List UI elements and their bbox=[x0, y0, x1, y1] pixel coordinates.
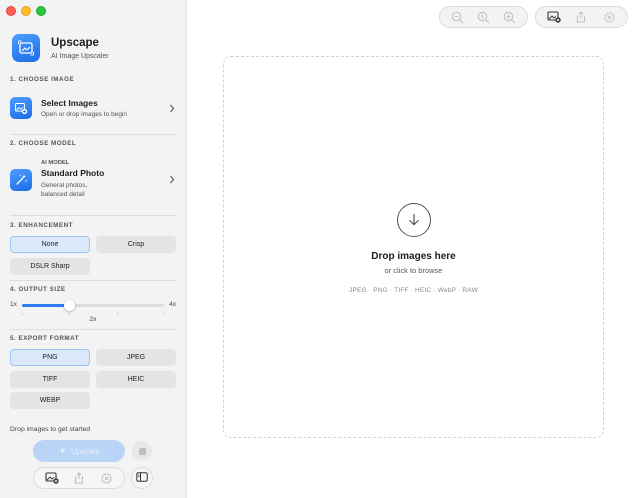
photo-resize-icon bbox=[12, 34, 40, 62]
enhancement-option-crisp[interactable]: Crisp bbox=[96, 236, 176, 253]
slider-tick bbox=[164, 313, 165, 315]
select-images-subtitle: Open or drop images to begin bbox=[41, 110, 127, 118]
sidebar-action-group bbox=[33, 467, 125, 489]
export-format-png[interactable]: PNG bbox=[10, 349, 90, 366]
arrow-down-circle-icon bbox=[397, 203, 431, 237]
select-images-button[interactable]: Select Images Open or drop images to beg… bbox=[10, 97, 176, 119]
photo-add-icon[interactable] bbox=[543, 8, 565, 26]
section-label-export-format: 5. EXPORT FORMAT bbox=[10, 335, 80, 342]
section-label-enhancement: 3. ENHANCEMENT bbox=[10, 222, 73, 229]
window-controls bbox=[6, 6, 46, 16]
file-controls bbox=[535, 6, 628, 28]
slider-tick bbox=[116, 313, 118, 315]
share-icon[interactable] bbox=[570, 8, 592, 26]
app-subtitle: AI Image Upscaler bbox=[51, 52, 109, 60]
sidebar-toggle-button[interactable] bbox=[131, 467, 153, 489]
model-eyebrow: AI MODEL bbox=[41, 160, 70, 166]
zoom-controls bbox=[439, 6, 528, 28]
slider-tick bbox=[22, 313, 23, 315]
dropzone-title: Drop images here bbox=[371, 251, 456, 262]
export-format-webp[interactable]: WEBP bbox=[10, 392, 90, 409]
zoom-in-icon[interactable] bbox=[499, 8, 521, 26]
export-format-jpeg[interactable]: JPEG bbox=[96, 349, 176, 366]
dropzone-supported-formats: JPEG · PNG · TIFF · HEIC · WebP · RAW bbox=[349, 287, 478, 294]
magic-wand-icon bbox=[10, 168, 32, 191]
zoom-window-button[interactable] bbox=[36, 6, 46, 16]
slider-max-label: 4x bbox=[169, 301, 176, 308]
upscale-button[interactable]: Upscale bbox=[33, 440, 125, 462]
model-description-line1: General photos, bbox=[41, 182, 88, 189]
section-divider bbox=[10, 329, 176, 330]
clear-icon[interactable] bbox=[598, 8, 620, 26]
section-label-choose-model: 2. CHOOSE MODEL bbox=[10, 140, 77, 147]
section-divider bbox=[10, 134, 176, 135]
chevron-right-icon bbox=[168, 104, 176, 112]
app-header: Upscape AI Image Upscaler bbox=[12, 34, 109, 62]
output-size-value: 2x bbox=[89, 316, 97, 323]
app-title: Upscape bbox=[51, 36, 99, 49]
sidebar: Upscape AI Image Upscaler 1. CHOOSE IMAG… bbox=[0, 0, 187, 498]
output-size-slider[interactable]: 1x 4x bbox=[10, 300, 176, 315]
enhancement-option-dslr-sharp[interactable]: DSLR Sharp bbox=[10, 258, 90, 275]
export-format-tiff[interactable]: TIFF bbox=[10, 371, 90, 388]
choose-model-button[interactable]: AI MODEL Standard Photo General photos, … bbox=[10, 160, 176, 199]
status-text: Drop images to get started bbox=[10, 426, 91, 433]
stop-button[interactable] bbox=[132, 441, 152, 461]
dropzone-subtitle: or click to browse bbox=[384, 266, 443, 275]
select-images-title: Select Images bbox=[41, 97, 98, 108]
photo-add-icon bbox=[10, 97, 32, 119]
enhancement-option-none[interactable]: None bbox=[10, 236, 90, 253]
slider-tick bbox=[69, 313, 71, 315]
chevron-right-icon bbox=[168, 175, 176, 184]
section-divider bbox=[10, 215, 176, 216]
slider-fill bbox=[22, 304, 70, 307]
image-dropzone[interactable]: Drop images here or click to browse JPEG… bbox=[223, 56, 604, 438]
export-format-heic[interactable]: HEIC bbox=[96, 371, 176, 388]
model-description-line2: balanced detail bbox=[41, 191, 85, 198]
zoom-reset-icon[interactable] bbox=[472, 8, 494, 26]
zoom-out-icon[interactable] bbox=[446, 8, 468, 26]
slider-thumb[interactable] bbox=[64, 300, 76, 311]
clear-icon[interactable] bbox=[97, 470, 115, 486]
model-name: Standard Photo bbox=[41, 168, 105, 178]
upscale-button-label: Upscale bbox=[71, 446, 100, 456]
section-label-choose-image: 1. CHOOSE IMAGE bbox=[10, 76, 75, 83]
section-label-output-size: 4. OUTPUT SIZE bbox=[10, 286, 66, 293]
stop-icon bbox=[138, 447, 146, 455]
close-window-button[interactable] bbox=[6, 6, 16, 16]
sidebar-icon bbox=[136, 469, 148, 487]
share-icon[interactable] bbox=[70, 470, 88, 486]
sparkle-icon bbox=[58, 446, 67, 457]
section-divider bbox=[10, 280, 176, 281]
slider-track[interactable] bbox=[22, 300, 165, 315]
main-content: Drop images here or click to browse JPEG… bbox=[188, 0, 640, 498]
minimize-window-button[interactable] bbox=[21, 6, 31, 16]
slider-min-label: 1x bbox=[10, 301, 17, 308]
photo-add-icon[interactable] bbox=[43, 470, 61, 486]
app-window: Upscape AI Image Upscaler 1. CHOOSE IMAG… bbox=[0, 0, 640, 498]
